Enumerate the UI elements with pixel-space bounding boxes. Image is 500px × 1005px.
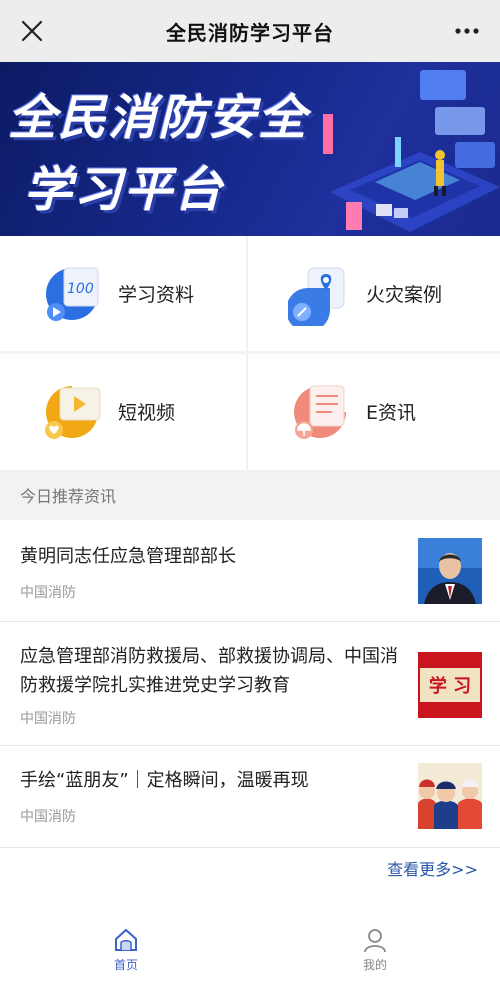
grid-item-short-video[interactable]: 短视频 xyxy=(0,354,246,469)
e-news-icon xyxy=(294,385,346,439)
news-source: 中国消防 xyxy=(20,809,76,825)
page-title: 全民消防学习平台 xyxy=(166,20,334,45)
grid-item-study-materials[interactable]: 100 学习资料 xyxy=(0,236,246,351)
fire-cases-icon xyxy=(288,267,345,326)
hero-banner[interactable]: 全民消防安全 学习平台 xyxy=(0,62,500,236)
top-bar: 全民消防学习平台 xyxy=(0,0,500,62)
home-icon xyxy=(115,928,137,951)
tab-mine[interactable]: 我的 xyxy=(335,926,415,973)
news-item[interactable]: 手绘“蓝朋友”｜定格瞬间，温暖再现 中国消防 xyxy=(0,746,500,848)
more-options-icon[interactable] xyxy=(454,24,480,38)
news-source: 中国消防 xyxy=(20,585,76,601)
grid-item-label: 火灾案例 xyxy=(366,284,443,306)
tab-label: 我的 xyxy=(362,958,387,972)
short-video-icon xyxy=(45,385,101,439)
user-icon xyxy=(364,929,386,953)
news-source: 中国消防 xyxy=(20,711,76,727)
svg-text:学 习: 学 习 xyxy=(429,675,471,697)
grid-item-label: 学习资料 xyxy=(118,284,195,306)
news-title: 黄明同志任应急管理部部长 xyxy=(20,546,236,567)
grid-item-e-news[interactable]: E资讯 xyxy=(248,354,494,469)
study-materials-icon: 100 xyxy=(46,267,99,321)
grid-item-label: E资讯 xyxy=(366,402,417,424)
news-title: 手绘“蓝朋友”｜定格瞬间，温暖再现 xyxy=(20,770,309,791)
news-thumbnail-portrait xyxy=(418,538,482,604)
close-icon[interactable] xyxy=(20,19,44,43)
feature-grid: 100 学习资料 火灾案例 短视频 E资讯 xyxy=(0,236,500,470)
grid-item-label: 短视频 xyxy=(118,402,176,424)
news-title: 应急管理部消防救援局、部救援协调局、中国消防救援学院扎实推进党史学习教育 xyxy=(20,646,398,696)
svg-text:100: 100 xyxy=(67,281,94,297)
news-item[interactable]: 应急管理部消防救援局、部救援协调局、中国消防救援学院扎实推进党史学习教育 中国消… xyxy=(0,622,500,746)
banner-title-line2: 学习平台 xyxy=(24,162,225,218)
bottom-tab-bar: 首页 我的 xyxy=(0,918,500,1005)
news-thumbnail-study: 学 习 xyxy=(418,652,482,718)
grid-item-fire-cases[interactable]: 火灾案例 xyxy=(248,236,494,351)
view-more-link[interactable]: 查看更多>> xyxy=(387,856,478,880)
banner-title-line1: 全民消防安全 xyxy=(8,90,309,146)
section-header: 今日推荐资讯 xyxy=(0,470,500,520)
tab-home[interactable]: 首页 xyxy=(86,926,166,973)
news-item[interactable]: 黄明同志任应急管理部部长 中国消防 xyxy=(0,520,500,622)
news-thumbnail-firefighters xyxy=(418,763,482,829)
tab-label: 首页 xyxy=(113,958,138,972)
